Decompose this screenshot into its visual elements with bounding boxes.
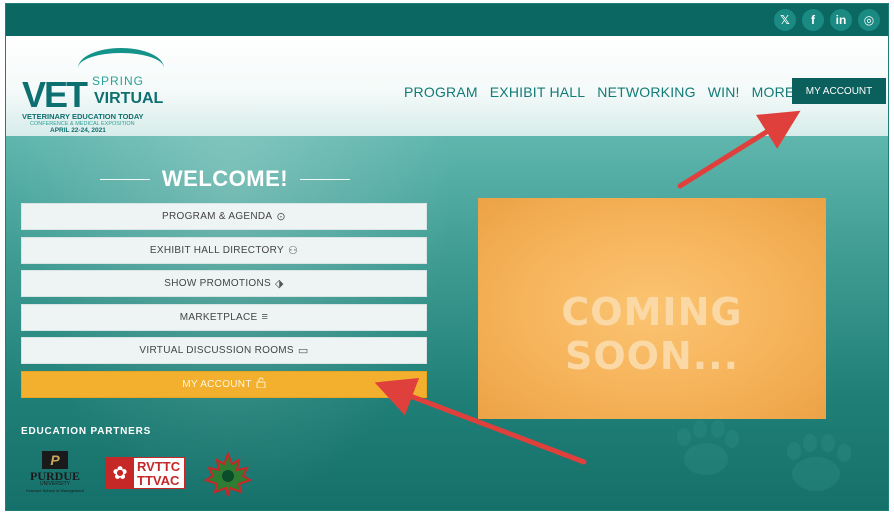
twitter-icon[interactable]: 𝕏 [774,9,796,31]
vet-spring-virtual-logo[interactable]: VET SPRING VIRTUAL VETERINARY EDUCATION … [20,46,164,134]
nav-exhibit-hall[interactable]: EXHIBIT HALL [490,84,586,100]
marketplace-button[interactable]: MARKETPLACE ≡ [21,303,427,331]
chat-icon: ▭ [297,345,309,358]
social-links: 𝕏 f in ◎ [774,9,880,31]
cavt-crest-logo[interactable] [203,451,253,498]
welcome-heading: WELCOME! [100,164,351,194]
database-icon: ≡ [261,311,269,324]
logo-tagline: VETERINARY EDUCATION TODAY [22,112,144,121]
my-account-nav-button[interactable]: MY ACCOUNT [792,78,886,104]
site-header: VET SPRING VIRTUAL VETERINARY EDUCATION … [6,36,888,136]
purdue-p-mark: P [42,451,68,469]
nav-program[interactable]: PROGRAM [404,84,478,100]
exhibit-hall-directory-button[interactable]: EXHIBIT HALL DIRECTORY ⚇ [21,236,427,264]
linkedin-icon[interactable]: in [830,9,852,31]
logo-dates: APRIL 22-24, 2021 [50,127,106,134]
play-circle-icon: ⊙ [276,211,286,223]
rvttc-text: RVTTC [137,459,181,474]
welcome-rule-right [300,178,351,180]
main-nav: PROGRAM EXHIBIT HALL NETWORKING WIN! MOR… [404,84,794,100]
program-agenda-button[interactable]: PROGRAM & AGENDA ⊙ [21,203,427,230]
education-partners-title: EDUCATION PARTNERS [21,426,152,437]
welcome-text: WELCOME! [161,166,289,191]
show-promotions-label: SHOW PROMOTIONS [164,278,271,290]
logo-virtual: VIRTUAL [94,90,164,107]
virtual-discussion-rooms-label: VIRTUAL DISCUSSION ROOMS [139,345,294,357]
lock-icon [256,377,266,391]
instagram-icon[interactable]: ◎ [858,9,880,31]
welcome-menu: PROGRAM & AGENDA ⊙ EXHIBIT HALL DIRECTOR… [21,203,427,405]
rvttc-logo[interactable]: ✿ RVTTC TTVAC [105,457,185,489]
coming-soon-text: COMING SOON... [561,290,743,378]
facebook-icon[interactable]: f [802,9,824,31]
browser-viewport: 𝕏 f in ◎ VET SPRING VIRTUAL VETERINARY E… [5,3,889,511]
my-account-label: MY ACCOUNT [182,378,252,390]
marketplace-label: MARKETPLACE [179,311,258,323]
tag-icon: ⬗ [274,278,284,291]
virtual-discussion-rooms-button[interactable]: VIRTUAL DISCUSSION ROOMS ▭ [21,337,427,365]
maple-leaf-crest-icon [203,451,253,497]
logo-spring: SPRING [92,74,145,88]
purdue-university: UNIVERSITY [39,481,70,487]
ttvac-text: TTVAC [137,473,180,488]
purdue-logo[interactable]: P PURDUE UNIVERSITY Krannert School of M… [23,451,87,495]
my-account-button[interactable]: MY ACCOUNT [21,370,427,398]
people-icon: ⚇ [287,244,299,257]
welcome-rule-left [100,178,150,180]
purdue-school: Krannert School of Management [26,488,84,493]
program-agenda-label: PROGRAM & AGENDA [162,211,273,222]
nav-win[interactable]: WIN! [708,84,740,100]
exhibit-hall-directory-label: EXHIBIT HALL DIRECTORY [149,244,284,256]
coming-soon-banner: COMING SOON... [478,198,826,419]
nav-more[interactable]: MORE [752,84,795,100]
maple-leaf-icon: ✿ [106,458,134,488]
show-promotions-button[interactable]: SHOW PROMOTIONS ⬗ [21,270,427,298]
top-bar: 𝕏 f in ◎ [6,4,888,36]
nav-networking[interactable]: NETWORKING [597,84,695,100]
logo-vet: VET [22,74,88,115]
